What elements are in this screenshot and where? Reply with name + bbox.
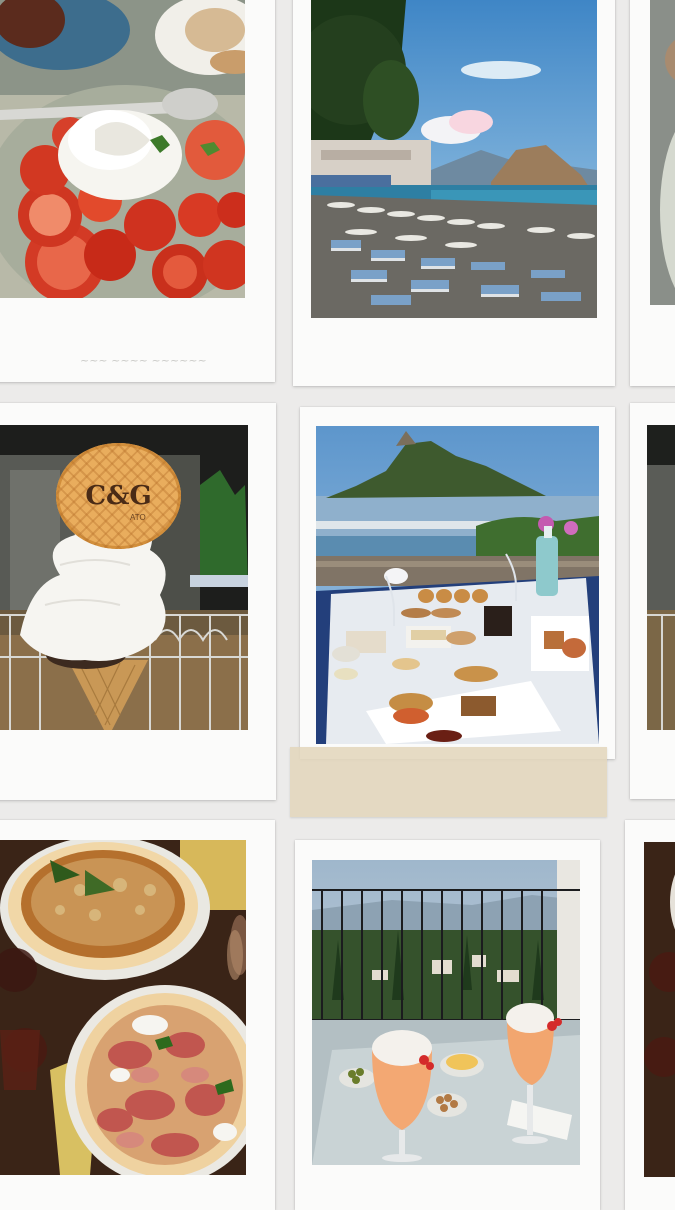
polaroid-caprese: ~~~ ~~~~ ~~~~~~ [0, 0, 275, 382]
photo-right-partial-3 [644, 842, 675, 1177]
faint-handwriting: ~~~ ~~~~ ~~~~~~ [80, 354, 207, 367]
polaroid-right-partial-3 [625, 820, 675, 1210]
polaroid-right-partial-1 [630, 0, 675, 386]
photo-pizza [0, 840, 246, 1175]
photo-spritz [312, 860, 580, 1165]
wafer-brand-text: C&G [85, 481, 152, 511]
photo-right-partial-1 [650, 0, 675, 305]
polaroid-lunch [300, 407, 615, 759]
photo-right-partial-2 [647, 425, 675, 730]
polaroid-gelato: C&G ATO [0, 403, 276, 800]
polaroid-spritz [295, 840, 600, 1210]
wafer-small-text: ATO [130, 513, 146, 522]
photo-caprese [0, 0, 245, 298]
gelato-wafer: C&G ATO [56, 443, 181, 549]
polaroid-beach [293, 0, 615, 386]
masking-tape [290, 747, 607, 817]
polaroid-pizza [0, 820, 275, 1210]
photo-beach [311, 0, 597, 318]
polaroid-right-partial-2 [630, 403, 675, 799]
photo-lunch [316, 426, 599, 744]
